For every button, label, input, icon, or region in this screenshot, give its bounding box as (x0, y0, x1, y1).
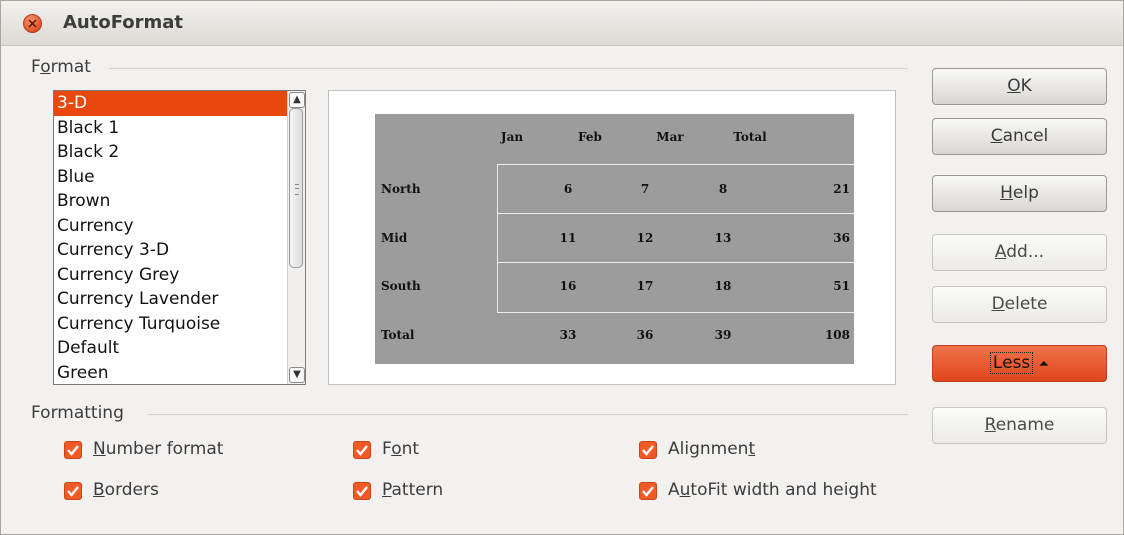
delete-button[interactable]: Delete (932, 286, 1107, 323)
autofit-label[interactable]: AutoFit width and height (668, 480, 885, 500)
format-list-item[interactable]: Blue (54, 165, 305, 190)
checkmark-icon (642, 445, 654, 456)
help-button[interactable]: Help (932, 175, 1107, 212)
number-format-checkbox[interactable] (64, 441, 82, 459)
scroll-up-button[interactable]: ▲ (289, 92, 305, 108)
preview-cell: 7 (640, 182, 650, 196)
grip-icon (295, 184, 299, 195)
preview-row-header: South (381, 279, 421, 293)
less-label: Less (989, 352, 1034, 374)
preview-cell: 108 (824, 328, 850, 342)
title-bar: AutoFormat (1, 1, 1123, 46)
double-chevron-up-icon: ⏶ (1038, 357, 1050, 372)
preview-border-1 (497, 164, 854, 165)
preview-cell: 8 (718, 182, 728, 196)
preview-cell: 12 (636, 231, 654, 245)
format-list-item[interactable]: Brown (54, 189, 305, 214)
autofit-checkbox[interactable] (639, 482, 657, 500)
format-list-item[interactable]: Currency Grey (54, 263, 305, 288)
preview-border-2 (497, 213, 854, 214)
format-list[interactable]: 3-D Black 1 Black 2 Blue Brown Currency Curren… (53, 90, 306, 385)
format-list-item[interactable]: Currency Turquoise (54, 312, 305, 337)
checkmark-icon (67, 486, 79, 497)
checkmark-icon (356, 445, 368, 456)
checkmark-icon (642, 486, 654, 497)
format-list-item[interactable]: Currency (54, 214, 305, 239)
preview-cell: 13 (714, 231, 732, 245)
autoformat-dialog: AutoFormat Format 3-D Black 1 Black 2 Blue B… (0, 0, 1124, 535)
preview-row-header: North (381, 182, 421, 196)
less-button[interactable]: Less ⏶ (932, 345, 1107, 382)
preview-row-header: Total (381, 328, 415, 342)
chevron-down-icon: ▼ (293, 369, 301, 380)
format-list-item[interactable]: Black 1 (54, 116, 305, 141)
alignment-checkbox[interactable] (639, 441, 657, 459)
rename-button[interactable]: Rename (932, 407, 1107, 444)
close-icon (28, 19, 37, 28)
scroll-down-button[interactable]: ▼ (289, 367, 305, 383)
format-list-item[interactable]: Currency 3-D (54, 238, 305, 263)
preview-border-3 (497, 262, 854, 263)
number-format-label[interactable]: Number format (93, 439, 223, 459)
preview-cell: 39 (714, 328, 732, 342)
format-section-label: Format (31, 57, 91, 77)
preview-column-header: Mar (656, 130, 684, 144)
preview-cell: 16 (559, 279, 577, 293)
preview-cell: 11 (559, 231, 577, 245)
format-list-item[interactable]: Black 2 (54, 140, 305, 165)
preview-row-header: Mid (381, 231, 408, 245)
borders-checkbox[interactable] (64, 482, 82, 500)
chevron-up-icon: ▲ (293, 94, 301, 105)
close-button[interactable] (23, 14, 42, 33)
preview-border-4 (497, 312, 854, 313)
format-list-item[interactable]: Green (54, 361, 305, 385)
checkmark-icon (356, 486, 368, 497)
format-list-item[interactable]: 3-D (54, 91, 305, 116)
window-title: AutoFormat (63, 12, 184, 33)
add-button[interactable]: Add... (932, 234, 1107, 271)
preview-cell: 36 (636, 328, 654, 342)
borders-label[interactable]: Borders (93, 480, 159, 500)
format-divider (109, 68, 908, 69)
preview-cell: 51 (833, 279, 850, 293)
preview-frame: Jan Feb Mar Total North 6 7 8 21 Mid 11 12 13 36 South… (328, 90, 896, 385)
preview-cell: 36 (833, 231, 850, 245)
preview-cell: 21 (833, 182, 850, 196)
preview-column-header: Feb (578, 130, 602, 144)
autoformat-preview-table: Jan Feb Mar Total North 6 7 8 21 Mid 11 12 13 36 South… (375, 114, 854, 364)
alignment-label[interactable]: Alignment (668, 439, 755, 459)
format-list-scrollbar[interactable]: ▲ ▼ (287, 91, 305, 384)
preview-column-header: Total (733, 130, 767, 144)
checkmark-icon (67, 445, 79, 456)
formatting-divider (148, 414, 908, 415)
preview-vertical-border (497, 164, 498, 312)
cancel-button[interactable]: Cancel (932, 118, 1107, 155)
format-list-item[interactable]: Currency Lavender (54, 287, 305, 312)
format-list-item[interactable]: Default (54, 336, 305, 361)
preview-column-header: Jan (500, 130, 524, 144)
scrollbar-thumb[interactable] (289, 108, 303, 268)
preview-cell: 17 (636, 279, 654, 293)
font-label[interactable]: Font (382, 439, 419, 459)
font-checkbox[interactable] (353, 441, 371, 459)
pattern-label[interactable]: Pattern (382, 480, 443, 500)
preview-cell: 18 (714, 279, 732, 293)
preview-cell: 33 (559, 328, 577, 342)
format-list-items: 3-D Black 1 Black 2 Blue Brown Currency Curren… (54, 91, 305, 385)
ok-button[interactable]: OK (932, 68, 1107, 105)
preview-cell: 6 (563, 182, 573, 196)
pattern-checkbox[interactable] (353, 482, 371, 500)
formatting-section-label: Formatting (31, 403, 124, 423)
